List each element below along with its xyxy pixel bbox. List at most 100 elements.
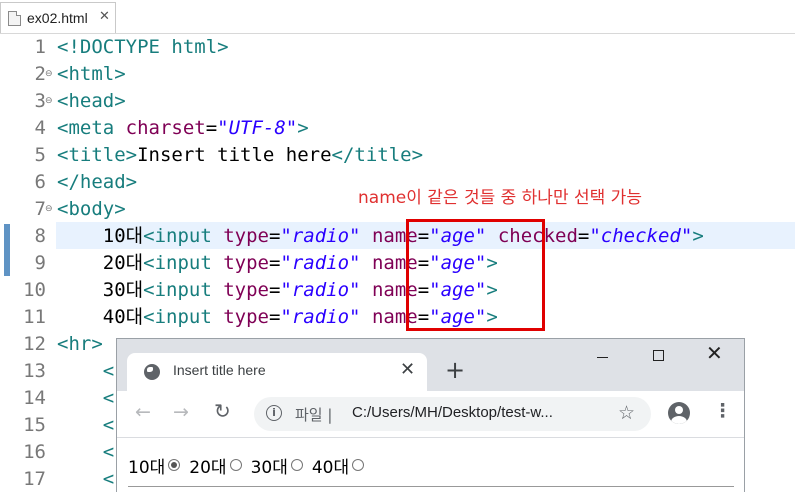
code-token: <hr> [57,333,103,355]
browser-title-bar: Insert title here ✕ + ✕ [117,339,744,391]
code-token: = [205,117,218,139]
more-menu-icon[interactable]: ⋮ [713,400,732,422]
code-text: <body> [57,196,126,223]
code-token: <!DOCTYPE html> [57,36,229,58]
code-token: "UTF-8" [217,117,298,139]
annotation-text: name이 같은 것들 중 하나만 선택 가능 [358,188,642,208]
scheme-label: 파일 | [295,406,333,424]
code-text: </head> [57,169,137,196]
code-token: "radio" [280,306,361,328]
code-token: <html> [57,63,126,85]
new-tab-button[interactable]: + [445,356,465,384]
code-token: "radio" [280,225,361,247]
age-radio-option[interactable]: 10대 [128,453,181,478]
annotation-highlight-box [406,219,545,331]
age-radio-option[interactable]: 30대 [251,453,303,478]
profile-avatar-icon[interactable] [668,402,690,424]
code-text: <!DOCTYPE html> [57,34,229,61]
line-number: 8 [34,225,46,247]
line-number: 11 [23,306,46,328]
code-token: <title> [57,144,138,166]
code-token: type [223,252,269,274]
minimize-icon[interactable] [597,357,608,358]
line-number: 9 [34,252,46,274]
code-text: <title>Insert title here</title> [57,142,423,169]
reload-icon[interactable]: ↻ [214,399,231,423]
line-number: 1 [34,36,46,58]
code-line: 11 40대<input type="radio" name="age"> [0,304,795,331]
code-token: <head> [57,90,126,112]
code-token: 10대 [57,225,144,247]
globe-icon [144,364,160,380]
radio-button[interactable] [229,458,242,471]
close-tab-icon[interactable]: ✕ [400,359,415,380]
editor-tab-ex02[interactable]: ex02.html ✕ [0,2,116,33]
fold-toggle-icon[interactable]: ⊖ [45,204,53,214]
code-token: = [268,306,281,328]
url-text[interactable]: C:/Users/MH/Desktop/test-w... [352,404,553,421]
line-number: 5 [34,144,46,166]
radio-button[interactable] [290,458,303,471]
code-line: 4 <meta charset="UTF-8"> [0,115,795,142]
maximize-icon[interactable] [653,350,664,361]
code-token: <input [143,252,224,274]
bookmark-star-icon[interactable]: ☆ [618,402,635,424]
code-text: < [57,412,114,439]
code-token: "radio" [280,279,361,301]
code-text: <head> [57,88,126,115]
page-content: 10대 20대 30대 40대 [117,438,744,494]
fold-toggle-icon[interactable]: ⊖ [45,96,53,106]
code-token: type [223,225,269,247]
code-line: 3 ⊖ <head> [0,88,795,115]
line-number: 4 [34,117,46,139]
code-token: Insert title here [137,144,332,166]
age-radio-group: 10대 20대 30대 40대 [128,453,373,478]
code-token: <input [143,225,224,247]
code-text: <html> [57,61,126,88]
code-token: </title> [331,144,424,166]
code-token: < [57,414,115,436]
code-token: "radio" [280,252,361,274]
code-token: <meta [57,117,126,139]
fold-toggle-icon[interactable]: ⊖ [45,69,53,79]
line-number: 14 [23,387,46,409]
code-token: < [57,387,115,409]
age-radio-option[interactable]: 40대 [312,453,365,478]
line-number: 12 [23,333,46,355]
code-token: type [223,306,269,328]
radio-label: 20대 [189,458,227,478]
editor-tab-label: ex02.html [27,10,88,26]
radio-button[interactable] [168,458,181,471]
line-number: 6 [34,171,46,193]
html-file-icon [8,11,21,26]
radio-button[interactable] [352,458,365,471]
code-token: <input [143,306,224,328]
line-number: 10 [23,279,46,301]
code-token: <body> [57,198,126,220]
browser-tab[interactable]: Insert title here ✕ [127,353,427,391]
code-line: 1 <!DOCTYPE html> [0,34,795,61]
code-line: 5 <title>Insert title here</title> [0,142,795,169]
info-icon[interactable]: i [266,405,282,421]
code-token: = [577,225,590,247]
address-bar[interactable]: i 파일 | C:/Users/MH/Desktop/test-w... ☆ [254,397,651,431]
radio-label: 30대 [250,458,288,478]
code-text: < [57,385,114,412]
age-radio-option[interactable]: 20대 [189,453,242,478]
browser-window: Insert title here ✕ + ✕ ← → ↻ i 파일 | C:/… [116,338,745,494]
editor-tab-strip: ex02.html ✕ [0,0,795,34]
forward-arrow-icon[interactable]: → [173,401,189,423]
code-token: = [268,252,281,274]
browser-tab-title: Insert title here [173,362,266,378]
back-arrow-icon[interactable]: ← [135,401,151,423]
code-token: </head> [57,171,138,193]
code-line: 8 10대<input type="radio" name="age" chec… [0,223,795,250]
window-close-icon[interactable]: ✕ [706,341,723,365]
close-icon[interactable]: ✕ [99,9,110,24]
code-token: < [57,360,115,382]
line-number: 7 [34,198,46,220]
code-token: "checked" [589,225,693,247]
code-token: charset [125,117,206,139]
